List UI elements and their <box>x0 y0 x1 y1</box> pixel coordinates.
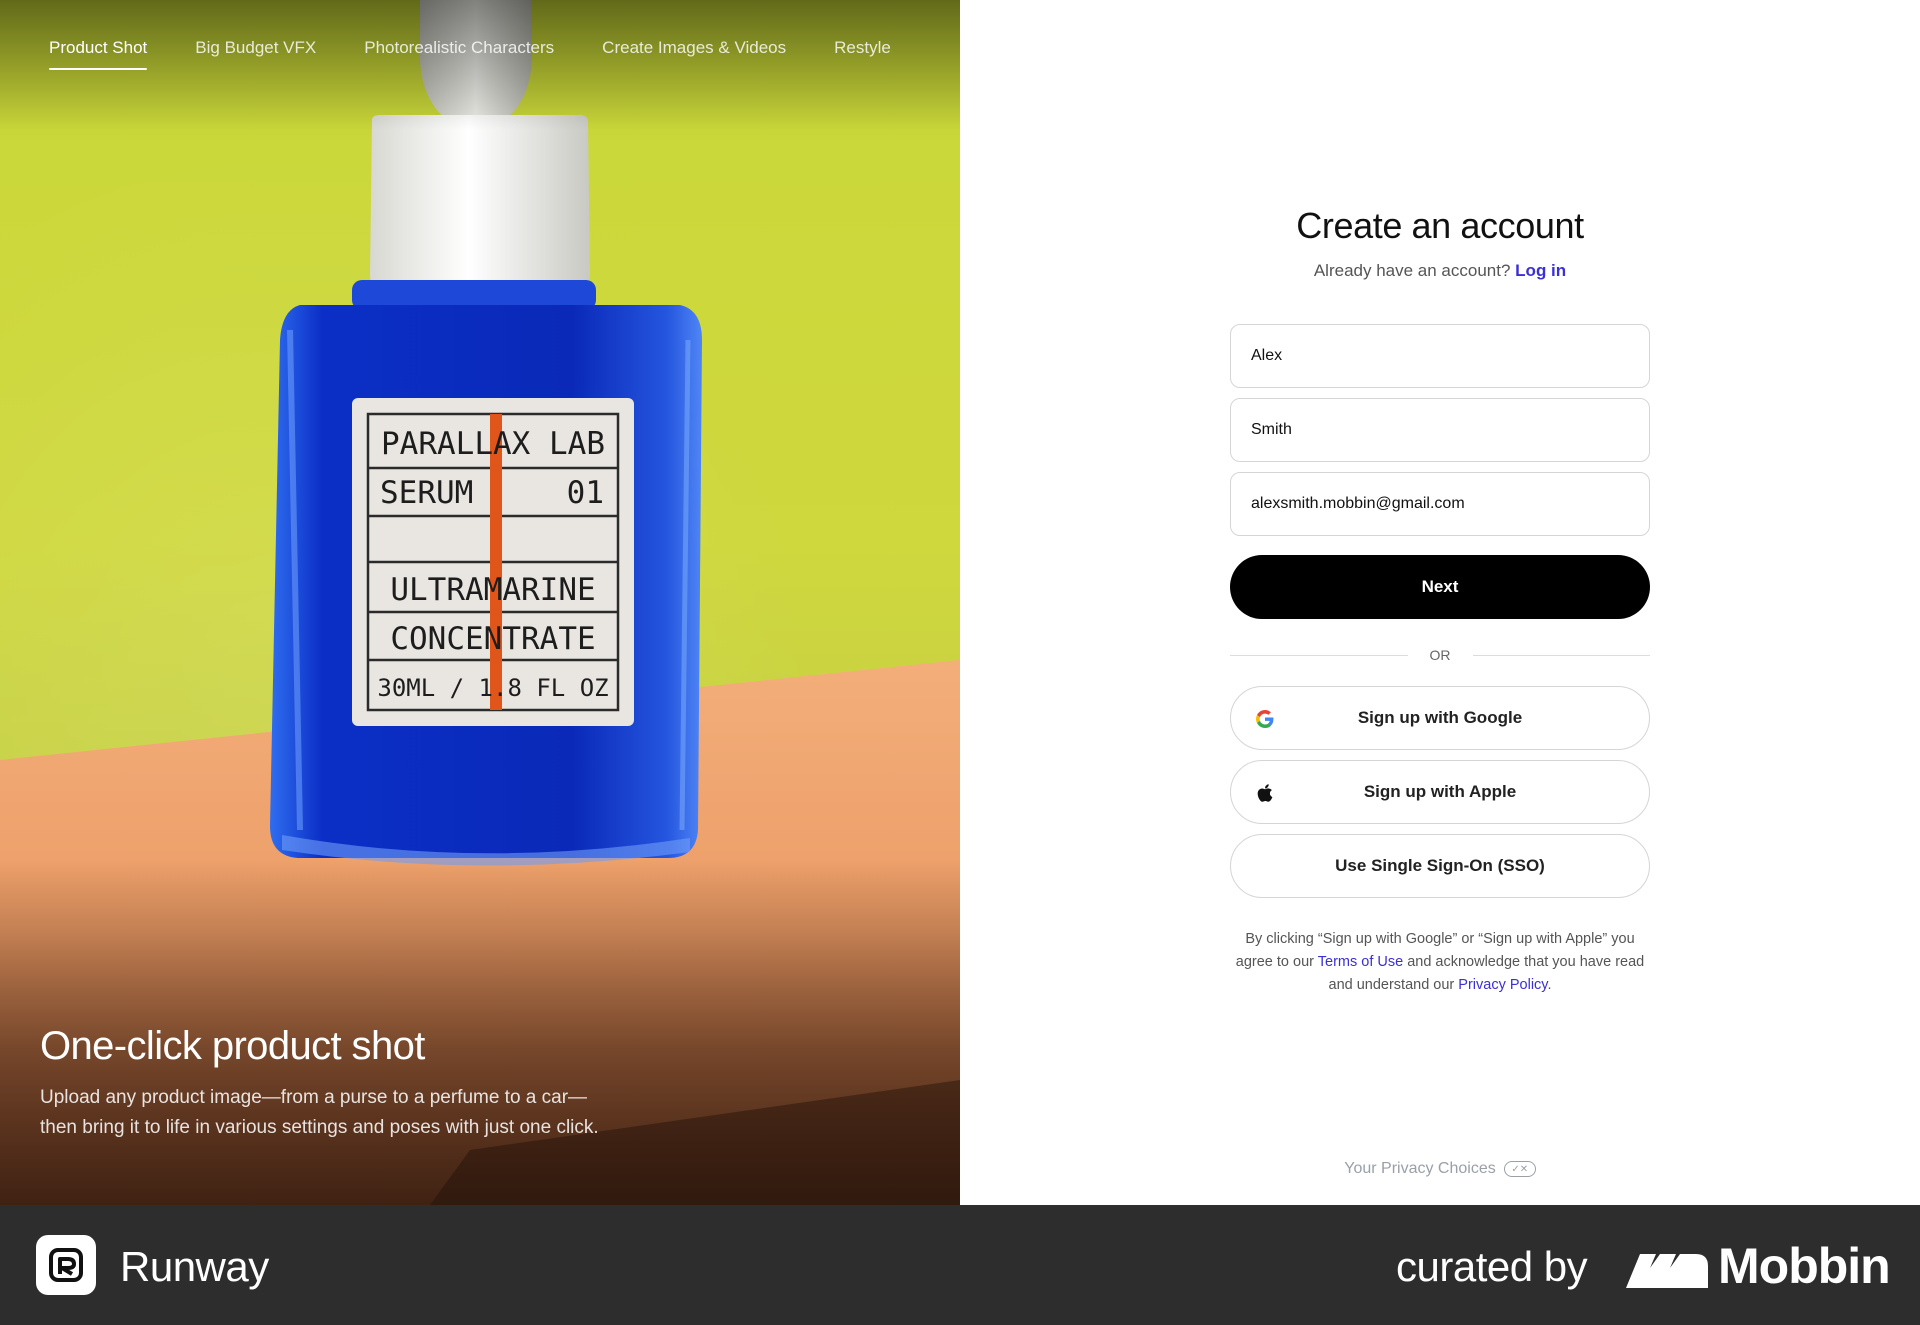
divider-line-left <box>1230 654 1408 656</box>
runway-brand-name: Runway <box>120 1243 269 1290</box>
last-name-field[interactable] <box>1230 398 1650 462</box>
tab-restyle[interactable]: Restyle <box>834 38 891 70</box>
legal-period: . <box>1547 977 1552 993</box>
google-icon <box>1253 707 1277 731</box>
email-input[interactable] <box>1251 495 1629 513</box>
google-signup-label: Sign up with Google <box>1357 708 1523 727</box>
hero-caption: One-click product shot Upload any produc… <box>40 1024 680 1143</box>
label-line-concentrate: CONCENTRATE <box>390 621 595 657</box>
label-line-number: 01 <box>567 475 604 511</box>
or-divider: OR <box>1230 644 1650 666</box>
tab-photorealistic-characters[interactable]: Photorealistic Characters <box>364 38 554 70</box>
label-line-ultramarine: ULTRAMARINE <box>390 572 595 608</box>
apple-icon <box>1253 781 1277 805</box>
page-root: PARALLAX LAB SERUM 01 ULTRAMARINE CONCEN… <box>0 0 1920 1325</box>
terms-of-use-link[interactable]: Terms of Use <box>1318 954 1403 970</box>
hero-tab-bar: Product Shot Big Budget VFX Photorealist… <box>49 38 891 70</box>
privacy-choices-link[interactable]: Your Privacy Choices ✓✕ <box>1230 1160 1650 1178</box>
or-text: OR <box>1429 647 1451 663</box>
login-prompt: Already have an account? Log in <box>1230 261 1650 281</box>
hero-description-line-1: Upload any product image—from a purse to… <box>40 1087 588 1108</box>
curated-by-text: curated by <box>1396 1243 1588 1290</box>
sso-label: Use Single Sign-On (SSO) <box>1335 856 1545 875</box>
label-line-volume: 30ML / 1.8 FL OZ <box>377 674 608 702</box>
privacy-choices-label: Your Privacy Choices <box>1344 1160 1496 1177</box>
signup-panel: Create an account Already have an accoun… <box>960 0 1920 1205</box>
tab-big-budget-vfx[interactable]: Big Budget VFX <box>195 38 316 70</box>
hero-description: Upload any product image—from a purse to… <box>40 1083 680 1143</box>
apple-signup-button[interactable]: Sign up with Apple <box>1230 760 1650 824</box>
login-prompt-text: Already have an account? <box>1313 261 1511 280</box>
google-signup-button[interactable]: Sign up with Google <box>1230 686 1650 750</box>
label-line-serum: SERUM <box>380 475 473 511</box>
footer-bar: Runway curated by Mobbin <box>0 1205 1920 1325</box>
mobbin-brand-name: Mobbin <box>1718 1238 1891 1294</box>
runway-logo-icon <box>36 1235 96 1295</box>
hero-title: One-click product shot <box>40 1024 425 1068</box>
login-link[interactable]: Log in <box>1515 261 1566 280</box>
hero-panel: PARALLAX LAB SERUM 01 ULTRAMARINE CONCEN… <box>0 0 960 1205</box>
hero-description-line-2: then bring it to life in various setting… <box>40 1117 599 1138</box>
first-name-input[interactable] <box>1251 347 1629 365</box>
tab-product-shot[interactable]: Product Shot <box>49 38 148 70</box>
sso-button[interactable]: Use Single Sign-On (SSO) <box>1230 834 1650 898</box>
tab-create-images-videos[interactable]: Create Images & Videos <box>602 38 786 70</box>
first-name-field[interactable] <box>1230 324 1650 388</box>
next-button[interactable]: Next <box>1230 555 1650 619</box>
privacy-policy-link[interactable]: Privacy Policy <box>1458 977 1547 993</box>
email-field[interactable] <box>1230 472 1650 536</box>
privacy-toggle-icon: ✓✕ <box>1503 1161 1536 1177</box>
mobbin-logo-icon <box>1626 1254 1708 1288</box>
apple-signup-label: Sign up with Apple <box>1363 782 1517 801</box>
divider-line-right <box>1472 654 1650 656</box>
page-title: Create an account <box>1296 205 1584 246</box>
label-line-brand: PARALLAX LAB <box>381 426 605 462</box>
legal-notice: By clicking “Sign up with Google” or “Si… <box>1230 928 1650 997</box>
last-name-input[interactable] <box>1251 421 1629 439</box>
